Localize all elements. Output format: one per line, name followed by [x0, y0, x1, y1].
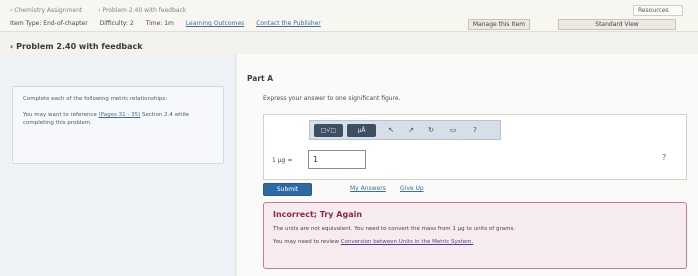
reset-icon[interactable]: ↻ — [424, 124, 438, 137]
reference-link[interactable]: (Pages 31 - 35) — [99, 112, 141, 118]
question-prompt: Express your answer to one significant f… — [263, 95, 401, 102]
item-info-row: Item Type: End-of-chapter Difficulty: 2 … — [10, 20, 331, 27]
top-toolbar: ‹ Chemistry Assignment ‹ Problem 2.40 wi… — [0, 0, 698, 32]
hint-link[interactable]: Conversion between Units in the Metric S… — [341, 239, 474, 245]
templates-button[interactable]: □√□ — [314, 124, 343, 137]
feedback-hint: You may need to review Conversion betwee… — [273, 239, 677, 245]
reference-text: You may want to reference (Pages 31 - 35… — [23, 111, 213, 127]
breadcrumb: ‹ Chemistry Assignment ‹ Problem 2.40 wi… — [10, 7, 200, 14]
my-answers-link[interactable]: My Answers — [350, 185, 386, 192]
part-label: Part A — [247, 74, 274, 83]
manage-item-button[interactable]: Manage this Item — [468, 19, 530, 30]
unit-help[interactable]: ? — [662, 153, 666, 162]
breadcrumb-problem[interactable]: ‹ Problem 2.40 with feedback — [98, 7, 186, 14]
undo-icon[interactable]: ↖ — [384, 124, 398, 137]
instruction-text: Complete each of the following metric re… — [23, 96, 168, 102]
reference-prefix: You may want to reference — [23, 112, 97, 118]
page-title: ‹ Problem 2.40 with feedback — [10, 42, 143, 51]
main-content: Part A Express your answer to one signif… — [237, 54, 698, 276]
answer-panel: □√□ μÅ ↖ ↗ ↻ ▭ ? 1 μg = 1 ? — [263, 114, 687, 180]
keyboard-icon[interactable]: ▭ — [446, 124, 460, 137]
contact-publisher-link[interactable]: Contact the Publisher — [256, 20, 321, 27]
difficulty: Difficulty: 2 — [99, 20, 134, 27]
help-icon[interactable]: ? — [468, 124, 482, 137]
symbols-button[interactable]: μÅ — [347, 124, 376, 137]
answer-label: 1 μg = — [272, 157, 293, 164]
resources-label: Resources — [638, 7, 669, 14]
sidebar: Complete each of the following metric re… — [0, 54, 236, 276]
feedback-panel: Incorrect; Try Again The units are not e… — [263, 202, 687, 269]
feedback-title: Incorrect; Try Again — [273, 210, 363, 219]
resources-dropdown[interactable]: Resources — [633, 5, 683, 16]
give-up-link[interactable]: Give Up — [400, 185, 424, 192]
time: Time: 1m — [145, 20, 174, 27]
submit-button[interactable]: Submit — [263, 183, 312, 196]
redo-icon[interactable]: ↗ — [404, 124, 418, 137]
problem-instructions: Complete each of the following metric re… — [12, 86, 224, 164]
breadcrumb-assignment[interactable]: ‹ Chemistry Assignment — [10, 7, 82, 14]
math-toolbar: □√□ μÅ ↖ ↗ ↻ ▭ ? — [309, 120, 501, 140]
feedback-message: The units are not equivalent. You need t… — [273, 226, 516, 232]
item-type: Item Type: End-of-chapter — [10, 20, 88, 27]
learning-outcomes-link[interactable]: Learning Outcomes — [186, 20, 244, 27]
hint-prefix: You may need to review — [273, 239, 339, 245]
answer-input[interactable]: 1 — [308, 150, 366, 169]
standard-view-button[interactable]: Standard View — [558, 19, 676, 30]
